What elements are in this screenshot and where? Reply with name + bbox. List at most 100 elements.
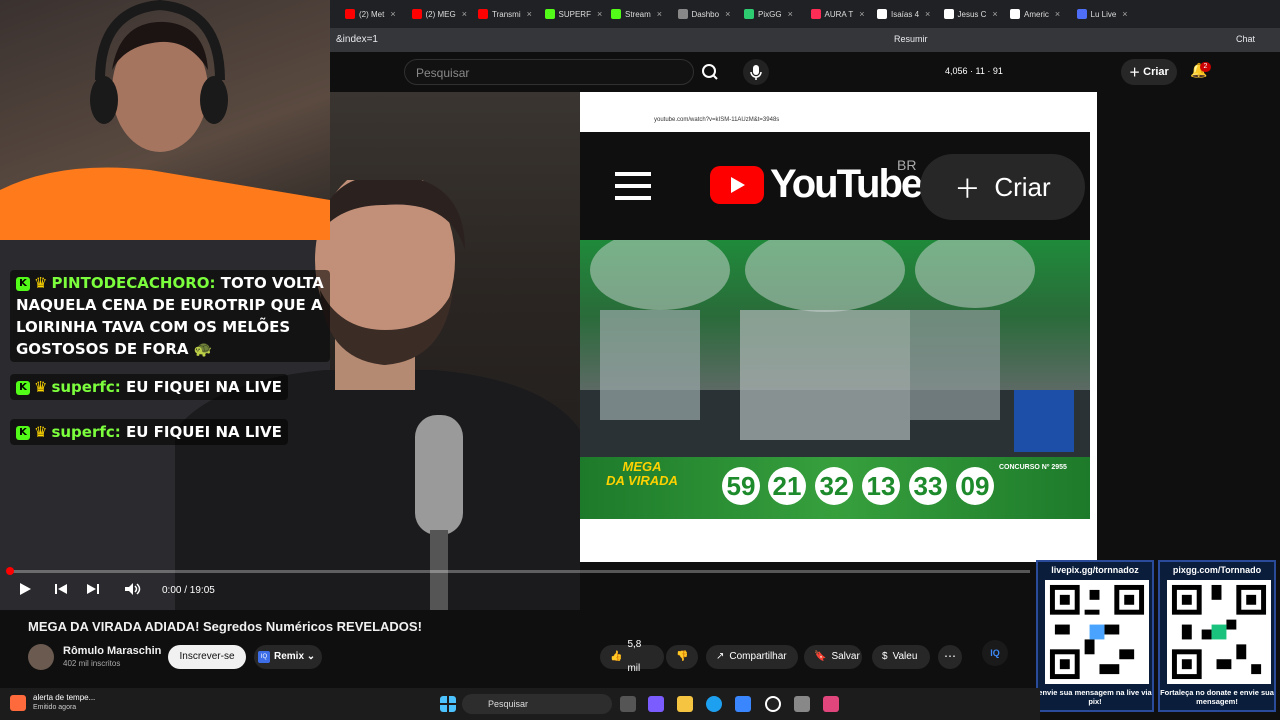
notification-title[interactable]: alerta de tempe... — [33, 693, 95, 702]
browser-tab[interactable]: (2) Met × — [345, 4, 407, 24]
close-icon[interactable]: × — [725, 9, 730, 19]
qr-panel-livepix: livepix.gg/tornnadoz envie sua mensagem … — [1036, 560, 1154, 712]
mic-button[interactable] — [743, 59, 769, 85]
qr-code-icon — [1045, 580, 1149, 684]
video-title: MEGA DA VIRADA ADIADA! Segredos Numérico… — [28, 619, 422, 634]
thanks-button[interactable]: $ Valeu — [872, 645, 930, 669]
browser-tab[interactable]: AURA T × — [810, 4, 873, 24]
tab-label: PixGG — [758, 9, 782, 19]
volume-icon[interactable] — [124, 582, 142, 596]
progress-bar[interactable] — [8, 570, 1030, 573]
close-icon[interactable]: × — [925, 9, 930, 19]
tab-favicon-icon — [677, 9, 688, 19]
browser-tab[interactable]: Americ × — [1010, 4, 1072, 24]
file-explorer-icon[interactable] — [677, 696, 693, 712]
subscriber-count: 402 mil inscritos — [63, 659, 121, 668]
tab-favicon-icon — [943, 9, 954, 19]
settings-icon[interactable] — [794, 696, 810, 712]
browser-tab[interactable]: (2) MEG × — [411, 4, 474, 24]
photos-icon[interactable] — [735, 696, 751, 712]
qr-footer: Fortaleça no donate e envie sua mensagem… — [1160, 688, 1274, 706]
browser-tab[interactable]: SUPERF × — [544, 4, 607, 24]
app-icon[interactable] — [823, 696, 839, 712]
iq-extension-icon[interactable]: IQ — [982, 640, 1008, 666]
lottery-ball: 21 — [768, 467, 806, 505]
tab-label: Transmi — [492, 9, 521, 19]
browser-tab[interactable]: Jesus C × — [943, 4, 1006, 24]
browser-tab[interactable]: Lu Live × — [1076, 4, 1139, 24]
browser-tab[interactable]: Stream × — [611, 4, 673, 24]
tab-label: Stream — [625, 9, 651, 19]
kick-badge-icon: K — [16, 425, 30, 440]
inner-create-button: ＋ Criar — [920, 154, 1085, 220]
alert-icon — [10, 695, 26, 711]
task-view-icon[interactable] — [620, 696, 636, 712]
lottery-ball: 32 — [815, 467, 853, 505]
next-icon[interactable] — [86, 582, 100, 596]
share-label: Compartilhar — [729, 651, 787, 662]
windows-start-icon[interactable] — [440, 696, 456, 712]
chat-overlay: K ♛ PINTODECACHORO: TOTO VOLTA NAQUELA CEN… — [0, 240, 330, 570]
tab-favicon-icon — [1076, 9, 1087, 19]
browser-tab[interactable]: Isaías 4 × — [877, 4, 939, 24]
inner-create-label: Criar — [994, 171, 1051, 202]
close-icon[interactable]: × — [390, 9, 395, 19]
tab-label: SUPERF — [558, 9, 591, 19]
dislike-button[interactable]: 👎 — [666, 645, 698, 669]
close-icon[interactable]: × — [1055, 9, 1060, 19]
taskbar-search[interactable]: Pesquisar — [462, 694, 612, 714]
close-icon[interactable]: × — [462, 9, 467, 19]
notification-badge: 2 — [1200, 62, 1211, 72]
share-button[interactable]: ↗ Compartilhar — [706, 645, 798, 669]
bookmark-icon: 🔖 — [814, 651, 827, 662]
close-icon[interactable]: × — [657, 9, 662, 19]
copilot-icon[interactable] — [648, 696, 664, 712]
previous-icon[interactable] — [54, 582, 68, 596]
create-button[interactable]: ＋ Criar — [1121, 59, 1177, 85]
tab-favicon-icon — [1010, 9, 1020, 19]
more-options-button[interactable]: ⋯ — [938, 645, 962, 669]
youtube-logo: YouTube — [710, 162, 923, 207]
lottery-ball: 09 — [956, 467, 994, 505]
subscribe-button[interactable]: Inscrever-se — [168, 645, 246, 669]
concurso-text: CONCURSO Nº — [999, 464, 1050, 471]
tab-favicon-icon — [544, 9, 555, 19]
close-icon[interactable]: × — [597, 9, 602, 19]
close-icon[interactable]: × — [859, 9, 864, 19]
resume-button[interactable]: Resumir — [894, 34, 928, 44]
thumbs-up-icon: 👍 — [610, 651, 623, 662]
logo-line2: DA VIRADA — [606, 473, 678, 488]
concurso-number: 2955 — [1051, 464, 1067, 471]
edge-icon[interactable] — [706, 696, 722, 712]
close-icon[interactable]: × — [1122, 9, 1127, 19]
save-button[interactable]: 🔖 Salvar — [804, 645, 862, 669]
close-icon[interactable]: × — [992, 9, 997, 19]
close-icon[interactable]: × — [788, 9, 793, 19]
thanks-label: Valeu — [892, 651, 918, 662]
browser-tab[interactable]: Dashbo × — [677, 4, 740, 24]
progress-handle[interactable] — [6, 567, 14, 575]
url-text[interactable]: &index=1 — [336, 34, 378, 45]
chat-message: K ♛ superfc: EU FIQUEI NA LIVE — [10, 374, 288, 400]
logo-line1: MEGA — [622, 459, 662, 474]
tab-favicon-icon — [411, 9, 422, 19]
channel-name[interactable]: Rômulo Maraschin — [63, 645, 161, 657]
tab-favicon-icon — [611, 9, 621, 19]
tab-favicon-icon — [877, 9, 887, 19]
inner-page-blank — [580, 519, 1097, 562]
browser-tab[interactable]: PixGG × — [744, 4, 806, 24]
search-button[interactable] — [694, 59, 728, 85]
avatar[interactable] — [28, 644, 54, 670]
chat-button[interactable]: Chat — [1236, 34, 1255, 44]
mega-da-virada-logo: MEGA DA VIRADA — [596, 460, 688, 516]
obs-icon[interactable] — [765, 696, 781, 712]
browser-tab[interactable]: Transmi × — [478, 4, 540, 24]
play-icon[interactable] — [18, 582, 32, 596]
like-button[interactable]: 👍 5,8 mil — [600, 639, 664, 674]
notification-subtitle: Emitido agora — [33, 704, 77, 711]
close-icon[interactable]: × — [527, 9, 532, 19]
qr-title: livepix.gg/tornnadoz — [1051, 565, 1139, 575]
search-input[interactable]: Pesquisar — [404, 59, 694, 85]
kick-badge-icon: K — [16, 380, 30, 395]
webcam-person — [0, 0, 330, 240]
